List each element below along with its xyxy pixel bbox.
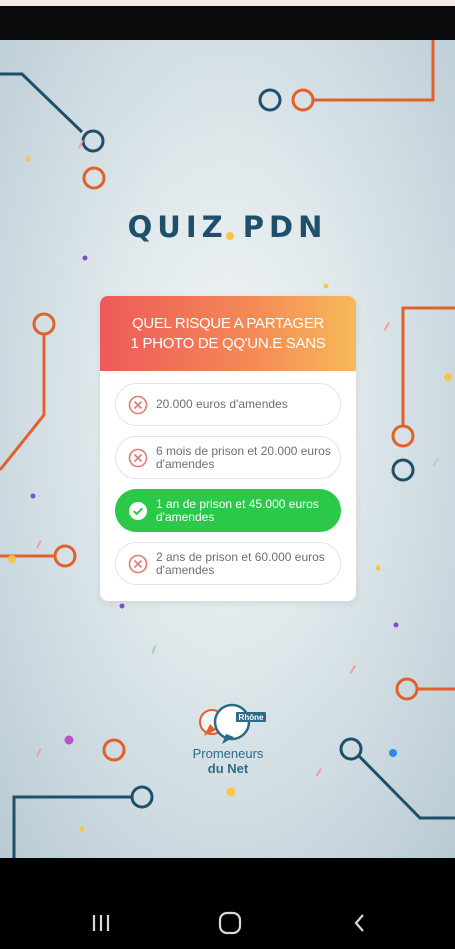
status-bar — [0, 0, 455, 40]
logo-badge: Rhône — [239, 713, 264, 722]
question-header: QUEL RISQUE A PARTAGER 1 PHOTO DE QQ'UN.… — [100, 296, 356, 371]
back-button[interactable] — [340, 908, 380, 938]
answer-text: 1 an de prison et 45.000 euros d'amendes — [156, 496, 319, 524]
x-circle-icon — [128, 448, 148, 467]
home-button[interactable] — [210, 908, 250, 938]
x-circle-icon — [128, 554, 148, 573]
answer-text: 2 ans de prison et 60.000 euros d'amende… — [156, 549, 325, 577]
check-circle-icon — [129, 501, 147, 520]
navigation-bar — [0, 858, 455, 949]
answer-text: 20.000 euros d'amendes — [156, 397, 288, 411]
logo-line-2: du Net — [207, 761, 249, 776]
speech-bubble-logo-icon: Rhône — [199, 703, 266, 744]
x-circle-icon — [128, 395, 148, 414]
quiz-video-frame: QUIZ PDN QUEL RISQUE A PARTAGER 1 PHOTO … — [0, 40, 455, 858]
home-icon — [218, 911, 242, 935]
answer-option-4[interactable]: 2 ans de prison et 60.000 euros d'amende… — [115, 542, 341, 585]
recents-icon — [92, 915, 110, 931]
logo-line-1: Promeneurs — [192, 746, 264, 761]
answer-option-3[interactable]: 1 an de prison et 45.000 euros d'amendes — [115, 489, 341, 532]
question-line-1: QUEL RISQUE A PARTAGER — [131, 314, 325, 332]
promeneurs-du-net-logo: Rhône Promeneurs du Net — [180, 700, 280, 780]
answer-text: 6 mois de prison et 20.000 euros d'amend… — [156, 443, 331, 471]
answer-option-1[interactable]: 20.000 euros d'amendes — [115, 383, 341, 426]
answer-option-2[interactable]: 6 mois de prison et 20.000 euros d'amend… — [115, 436, 341, 479]
question-line-2: 1 PHOTO DE QQ'UN.E SANS — [130, 334, 326, 352]
question-card: QUEL RISQUE A PARTAGER 1 PHOTO DE QQ'UN.… — [100, 296, 356, 601]
back-icon — [354, 914, 364, 932]
recents-button[interactable] — [81, 908, 121, 938]
answer-list: 20.000 euros d'amendes 6 mois de prison … — [100, 371, 356, 585]
quiz-title: QUIZ PDN — [127, 210, 328, 244]
